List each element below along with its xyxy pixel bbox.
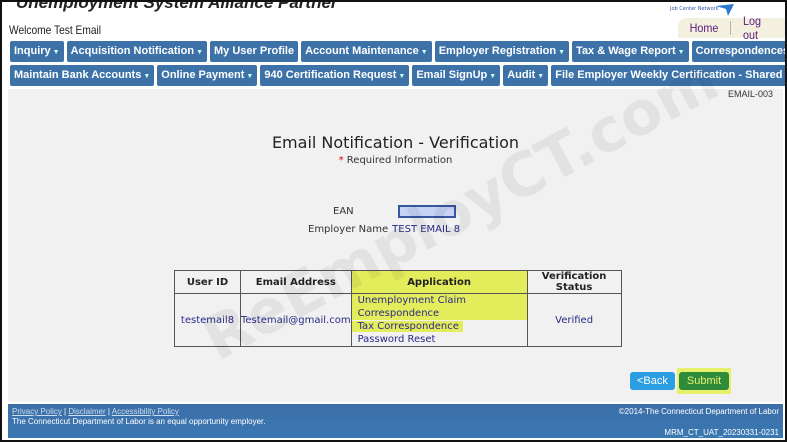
application-item: Unemployment Claim Correspondence — [351, 294, 527, 320]
nav-item[interactable]: Tax & Wage Report ▼ — [572, 41, 689, 62]
table-header-row: User ID Email Address Application Verifi… — [174, 270, 622, 294]
nav-item-label: Employer Registration — [438, 45, 557, 57]
status-cell: Verified — [526, 293, 622, 347]
logout-link[interactable]: Log out — [734, 14, 785, 42]
email-cell: Testemail@gmail.com — [240, 293, 352, 347]
equal-opportunity-text: The Connecticut Department of Labor is a… — [12, 417, 266, 426]
back-button[interactable]: <Back — [630, 372, 675, 390]
chevron-down-icon: ▼ — [558, 49, 566, 56]
nav-item[interactable]: Correspondences▼ — [691, 41, 787, 62]
page-title: Email Notification - Verification — [271, 133, 520, 152]
chevron-down-icon: ▼ — [196, 49, 203, 56]
application-cell: Unemployment Claim Correspondence Tax Co… — [350, 293, 528, 347]
privacy-policy-link[interactable]: Privacy Policy — [12, 407, 62, 416]
nav-item[interactable]: Maintain Bank Accounts ▼ — [10, 65, 155, 86]
nav-item[interactable]: File Employer Weekly Certification - Sha… — [551, 65, 785, 86]
user-id-cell: testemail8 — [174, 293, 241, 347]
chevron-down-icon: ▼ — [143, 73, 151, 80]
nav-item[interactable]: Employer Registration ▼ — [434, 41, 570, 62]
app-title: Unemployment System Alliance Partner — [16, 0, 338, 12]
chevron-down-icon: ▼ — [398, 73, 406, 80]
col-application: Application — [350, 270, 528, 294]
nav-item[interactable]: Inquiry ▼ — [10, 41, 64, 62]
nav-item-label: Correspondences — [695, 45, 787, 57]
required-info: * Required Information — [8, 155, 783, 166]
nav-item-label: Inquiry — [14, 45, 51, 57]
disclaimer-link[interactable]: Disclaimer — [68, 407, 105, 416]
col-email: Email Address — [240, 270, 352, 294]
footer: Privacy Policy | Disclaimer | Accessibil… — [8, 404, 783, 438]
chevron-down-icon: ▼ — [246, 73, 254, 80]
copyright: ©2014-The Connecticut Department of Labo… — [618, 407, 779, 416]
verification-table: User ID Email Address Application Verifi… — [174, 270, 622, 347]
nav-item-label: My User Profile — [214, 45, 295, 57]
ean-value — [398, 205, 456, 218]
logo-icon — [716, 4, 734, 16]
nav-item[interactable]: 940 Certification Request ▼ — [260, 65, 410, 86]
chevron-down-icon: ▼ — [420, 49, 428, 56]
nav-item-label: Email SignUp — [416, 69, 488, 81]
nav-item-label: Online Payment — [161, 69, 245, 81]
nav-item-label: Acquisition Notification — [70, 45, 195, 57]
divider — [730, 21, 731, 35]
action-buttons: <Back Submit — [630, 368, 732, 394]
nav-item[interactable]: Online Payment ▼ — [157, 65, 258, 86]
chevron-down-icon: ▼ — [677, 49, 685, 56]
page-code: EMAIL-003 — [727, 89, 773, 99]
col-user-id: User ID — [174, 270, 241, 294]
welcome-text: Welcome Test Email — [9, 23, 102, 37]
nav-item-label: Tax & Wage Report — [576, 45, 676, 57]
submit-button[interactable]: Submit — [678, 372, 730, 390]
employer-value: TEST EMAIL 8 — [392, 224, 461, 235]
employer-name: Employer Name TEST EMAIL 8 — [308, 224, 460, 235]
nav-item-label: Audit — [507, 69, 536, 81]
nav-item[interactable]: Audit ▼ — [503, 65, 549, 86]
chevron-down-icon: ▼ — [52, 49, 60, 56]
nav-menu-row-2: Maintain Bank Accounts ▼ Online Payment ▼ 94… — [10, 65, 785, 86]
submit-highlight: Submit — [676, 368, 732, 394]
logo-text: Job Center Network — [670, 6, 719, 12]
app-window: Unemployment System Alliance Partner Job… — [0, 0, 787, 442]
nav-item[interactable]: My User Profile — [210, 41, 299, 62]
chevron-down-icon: ▼ — [537, 73, 545, 80]
nav-menu-row-1: Inquiry ▼ Acquisition Notification ▼ My User… — [10, 41, 787, 62]
header-links: Home Log out — [678, 14, 785, 42]
nav-item[interactable]: Acquisition Notification ▼ — [66, 41, 207, 62]
col-status: Verification Status — [526, 270, 622, 294]
employer-label: Employer Name — [308, 224, 389, 235]
footer-links: Privacy Policy | Disclaimer | Accessibil… — [12, 407, 179, 416]
application-item: Password Reset — [357, 334, 436, 345]
nav-item-label: Account Maintenance — [305, 45, 419, 57]
nav-item-label: 940 Certification Request — [264, 69, 397, 81]
accessibility-policy-link[interactable]: Accessibility Policy — [112, 407, 179, 416]
nav-item[interactable]: Email SignUp ▼ — [412, 65, 501, 86]
application-item: Tax Correspondence — [351, 321, 463, 332]
main-content: EMAIL-003 Email Notification - Verificat… — [8, 44, 783, 402]
table-row: testemail8 Testemail@gmail.com Unemploym… — [174, 293, 622, 347]
required-text: Required Information — [343, 155, 453, 166]
nav-item-label: Maintain Bank Accounts — [14, 69, 142, 81]
chevron-down-icon: ▼ — [489, 73, 497, 80]
ean-label: EAN — [333, 206, 354, 217]
nav-item[interactable]: Account Maintenance ▼ — [301, 41, 432, 62]
nav-item-label: File Employer Weekly Certification - Sha… — [555, 69, 785, 81]
home-link[interactable]: Home — [681, 21, 728, 35]
version: MRM_CT_UAT_20230331-0231 — [664, 428, 779, 437]
